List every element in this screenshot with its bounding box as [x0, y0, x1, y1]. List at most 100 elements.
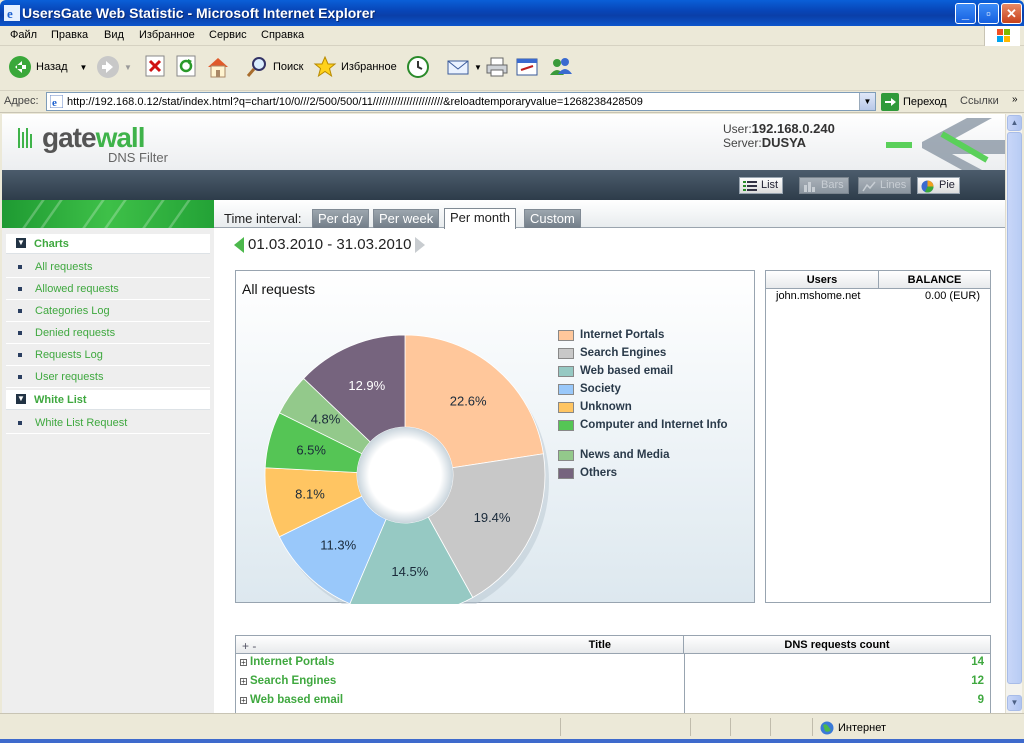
users-balance-table: Users BALANCE john.mshome.net 0.00 (EUR)	[765, 270, 991, 603]
chevron-down-icon[interactable]: ▼	[124, 63, 132, 72]
next-period-icon[interactable]	[415, 236, 426, 253]
table-row[interactable]: + Web based email 9	[236, 692, 990, 711]
back-button[interactable]: Назад ▼	[8, 55, 87, 79]
table-row[interactable]: + Internet Portals 14	[236, 654, 990, 673]
sidebar-item-all-requests[interactable]: All requests	[6, 256, 210, 278]
legend-swatch	[558, 468, 574, 479]
count-column-header[interactable]: DNS requests count	[684, 636, 990, 654]
logo-bars-icon	[18, 128, 32, 148]
pie-slice-label: 6.5%	[296, 442, 326, 457]
refresh-button[interactable]	[176, 55, 196, 77]
page-icon: e	[50, 95, 63, 108]
favorites-button[interactable]: Избранное	[313, 55, 397, 79]
pie-slice-label: 8.1%	[295, 487, 325, 502]
menu-edit[interactable]: Правка	[51, 29, 88, 41]
back-label: Назад	[36, 61, 68, 73]
stop-icon	[145, 55, 165, 77]
date-range-text: 01.03.2010 - 31.03.2010	[248, 236, 412, 253]
page-header: gatewall DNS Filter User:192.168.0.240 S…	[2, 114, 1005, 170]
menu-file[interactable]: Файл	[10, 29, 37, 41]
row-count: 9	[977, 694, 984, 706]
lines-view-button[interactable]: Lines	[858, 177, 912, 194]
messenger-button[interactable]	[548, 55, 574, 79]
menu-tools[interactable]: Сервис	[209, 29, 247, 41]
balance-column-header[interactable]: BALANCE	[879, 271, 990, 289]
sidebar-item-allowed-requests[interactable]: Allowed requests	[6, 278, 210, 300]
chevron-right-icon[interactable]: »	[1012, 94, 1018, 105]
chevron-down-icon[interactable]: ▼	[80, 63, 88, 72]
maximize-button[interactable]: ▫	[978, 3, 999, 24]
chevron-down-icon[interactable]: ▼	[474, 63, 482, 72]
pie-slice-label: 4.8%	[311, 411, 341, 426]
legend-swatch	[558, 420, 574, 431]
tab-custom[interactable]: Custom	[524, 209, 581, 228]
sidebar-section-white-list[interactable]: ▼ White List	[6, 390, 210, 410]
list-icon	[743, 181, 757, 191]
table-row[interactable]: + Search Engines 12	[236, 673, 990, 692]
sidebar-item-white-list-request[interactable]: White List Request	[6, 412, 210, 434]
row-title[interactable]: Web based email	[250, 694, 343, 706]
go-button[interactable]: Переход	[881, 93, 947, 111]
ie-logo-icon: e	[4, 5, 20, 21]
vertical-scrollbar[interactable]: ▲ ▼	[1005, 114, 1022, 713]
edit-button[interactable]	[515, 55, 539, 79]
address-bar: Адрес: e http://192.168.0.12/stat/index.…	[0, 91, 1024, 113]
minimize-button[interactable]: _	[955, 3, 976, 24]
menu-help[interactable]: Справка	[261, 29, 304, 41]
tab-per-day[interactable]: Per day	[312, 209, 369, 228]
list-view-button[interactable]: List	[739, 177, 784, 194]
sidebar-item-denied-requests[interactable]: Denied requests	[6, 322, 210, 344]
legend-label: Society	[580, 383, 621, 395]
balance-cell: 0.00 (EUR)	[924, 290, 980, 302]
print-button[interactable]	[485, 55, 509, 79]
collapse-arrow-icon: ▼	[16, 238, 26, 248]
expand-icon[interactable]: +	[240, 678, 247, 686]
legend-label: News and Media	[580, 449, 670, 461]
links-button[interactable]: Ссылки	[960, 95, 999, 107]
bars-view-button[interactable]: Bars	[799, 177, 849, 194]
sidebar-section-charts[interactable]: ▼ Charts	[6, 234, 210, 254]
sidebar-item-user-requests[interactable]: User requests	[6, 366, 210, 388]
forward-arrow-icon	[97, 56, 119, 78]
ie-window: e UsersGate Web Statistic - Microsoft In…	[0, 0, 1024, 743]
tab-per-week[interactable]: Per week	[373, 209, 440, 228]
go-arrow-icon	[881, 93, 899, 111]
pie-chart-icon	[921, 180, 934, 193]
pie-hole	[357, 427, 453, 523]
stop-button[interactable]	[145, 55, 165, 77]
title-bar: e UsersGate Web Statistic - Microsoft In…	[0, 0, 1024, 26]
scroll-down-icon[interactable]: ▼	[1007, 695, 1022, 711]
pie-view-button[interactable]: Pie	[917, 177, 960, 194]
home-button[interactable]	[206, 55, 230, 79]
expand-icon[interactable]: +	[240, 659, 247, 667]
users-column-header[interactable]: Users	[766, 271, 879, 289]
refresh-icon	[176, 55, 196, 77]
menu-favorites[interactable]: Избранное	[139, 29, 195, 41]
title-column-header[interactable]: Title	[236, 636, 684, 654]
row-title[interactable]: Search Engines	[250, 675, 336, 687]
user-info: User:192.168.0.240 Server:DUSYA	[723, 121, 835, 151]
tab-per-month[interactable]: Per month	[444, 208, 516, 229]
history-button[interactable]	[406, 55, 430, 79]
sidebar-item-requests-log[interactable]: Requests Log	[6, 344, 210, 366]
expand-collapse-all[interactable]: + -	[242, 639, 256, 653]
scroll-up-icon[interactable]: ▲	[1007, 115, 1022, 131]
main-area: Time interval: Per day Per week Per mont…	[214, 200, 1005, 713]
legend-swatch	[558, 450, 574, 461]
address-url: http://192.168.0.12/stat/index.html?q=ch…	[67, 96, 643, 108]
server-name: DUSYA	[761, 135, 807, 150]
forward-button[interactable]: ▼	[96, 55, 132, 79]
chevron-down-icon[interactable]: ▼	[859, 93, 875, 110]
table-row[interactable]: john.mshome.net 0.00 (EUR)	[766, 289, 990, 303]
previous-period-icon[interactable]	[234, 236, 244, 253]
sidebar-item-categories-log[interactable]: Categories Log	[6, 300, 210, 322]
row-title[interactable]: Internet Portals	[250, 656, 334, 668]
search-button[interactable]: Поиск	[245, 55, 303, 79]
address-input[interactable]: e http://192.168.0.12/stat/index.html?q=…	[46, 92, 876, 111]
scroll-thumb[interactable]	[1007, 132, 1022, 684]
mail-button[interactable]: ▼	[446, 55, 482, 79]
expand-icon[interactable]: +	[240, 697, 247, 705]
menu-view[interactable]: Вид	[104, 29, 124, 41]
close-button[interactable]: ✕	[1001, 3, 1022, 24]
collapse-arrow-icon: ▼	[16, 394, 26, 404]
